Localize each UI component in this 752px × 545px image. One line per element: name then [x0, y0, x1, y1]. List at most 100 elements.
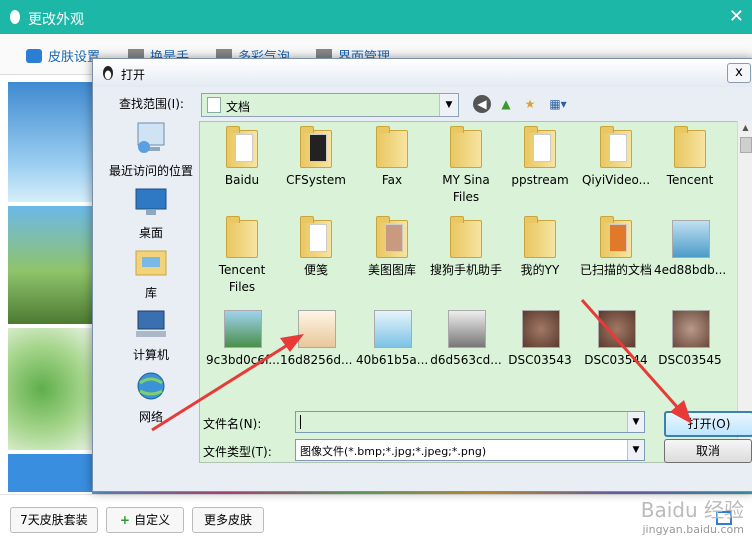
place-network-label: 网络	[138, 410, 163, 424]
network-icon	[137, 372, 165, 400]
image-thumbnail	[670, 306, 710, 348]
folder-icon	[296, 216, 336, 258]
appearance-close-button[interactable]: ✕	[729, 6, 744, 27]
up-folder-icon[interactable]: ▲	[497, 95, 515, 113]
folder-icon	[520, 126, 560, 168]
list-item[interactable]: 我的YY	[504, 216, 576, 279]
list-item[interactable]: DSC03545	[654, 306, 726, 369]
file-list-scrollbar[interactable]: ▲	[737, 121, 752, 461]
cancel-button[interactable]: 取消	[664, 439, 752, 463]
list-item[interactable]: Fax	[356, 126, 428, 189]
watermark-line1: Baidu 经验	[640, 498, 744, 522]
watermark-line2: jingyan.baidu.com	[642, 523, 744, 536]
open-button[interactable]: 打开(O)	[664, 411, 752, 437]
custom-button[interactable]: + 自定义	[106, 507, 184, 533]
new-folder-icon[interactable]: ★	[521, 95, 539, 113]
place-desktop[interactable]: 桌面	[103, 187, 199, 241]
item-label: 9c3bd0c6f...	[206, 353, 280, 367]
custom-button-label: 自定义	[134, 513, 171, 527]
folder-icon	[446, 126, 486, 168]
dialog-titlebar: 打开 x	[93, 59, 752, 87]
item-label: DSC03545	[658, 353, 722, 367]
file-type-label: 文件类型(T):	[203, 445, 272, 459]
list-item[interactable]: Tencent	[654, 126, 726, 189]
place-computer-label: 计算机	[132, 348, 169, 362]
item-label: Tencent	[666, 173, 714, 187]
list-item[interactable]: 已扫描的文档	[580, 216, 652, 279]
seven-day-skin-button[interactable]: 7天皮肤套装	[10, 507, 98, 533]
item-label: 我的YY	[520, 263, 560, 277]
back-icon[interactable]: ◀	[473, 95, 491, 113]
list-item[interactable]: 40b61b5a...	[356, 306, 428, 369]
place-library-label: 库	[144, 286, 157, 300]
list-item[interactable]: DSC03544	[580, 306, 652, 369]
skin-thumb-blue[interactable]	[8, 454, 92, 492]
item-label: 搜狗手机助手	[430, 263, 503, 277]
scroll-up-icon[interactable]: ▲	[738, 121, 752, 135]
scroll-thumb[interactable]	[740, 137, 752, 153]
list-item[interactable]: MY Sina Files	[430, 126, 502, 206]
qq-penguin-icon	[10, 10, 20, 24]
list-item[interactable]: d6d563cd...	[430, 306, 502, 369]
list-item[interactable]: 9c3bd0c6f...	[206, 306, 280, 369]
list-item[interactable]: 美图图库	[356, 216, 428, 279]
folder-icon	[670, 126, 710, 168]
look-in-value: 文档	[226, 100, 251, 114]
file-name-input[interactable]: ▼	[295, 411, 645, 433]
item-label: DSC03543	[508, 353, 572, 367]
look-in-combo[interactable]: 文档 ▼	[201, 93, 459, 117]
item-label: 40b61b5a...	[356, 353, 429, 367]
document-icon	[207, 97, 221, 113]
item-label: 16d8256d...	[280, 353, 353, 367]
folder-icon	[596, 216, 636, 258]
tab-skin-settings[interactable]: 皮肤设置	[26, 46, 100, 65]
folder-icon	[296, 126, 336, 168]
list-item[interactable]: Tencent Files	[206, 216, 278, 296]
places-bar: 最近访问的位置 桌面 库 计算机 网络	[103, 121, 199, 451]
recent-places-icon	[137, 122, 165, 153]
image-thumbnail	[596, 306, 636, 348]
item-label: 4ed88bdb...	[654, 263, 727, 277]
place-library[interactable]: 库	[103, 247, 199, 301]
item-label: 美图图库	[367, 263, 416, 277]
list-item[interactable]: 4ed88bdb...	[654, 216, 726, 279]
image-thumbnail	[222, 306, 262, 348]
list-item[interactable]: QiyiVideo...	[580, 126, 652, 189]
dialog-close-button[interactable]: x	[727, 63, 751, 83]
place-recent[interactable]: 最近访问的位置	[103, 121, 199, 179]
place-network[interactable]: 网络	[103, 371, 199, 425]
file-type-select[interactable]: 图像文件(*.bmp;*.jpg;*.jpeg;*.png) ▼	[295, 439, 645, 461]
folder-icon	[222, 126, 262, 168]
skin-thumb-park[interactable]	[8, 206, 92, 324]
image-thumbnail	[372, 306, 412, 348]
folder-icon	[222, 216, 262, 258]
dialog-title: 打开	[121, 68, 146, 82]
library-icon	[135, 250, 167, 276]
folder-icon	[372, 126, 412, 168]
folder-icon	[372, 216, 412, 258]
folder-icon	[520, 216, 560, 258]
chevron-down-icon[interactable]: ▼	[439, 94, 458, 116]
list-item[interactable]: Baidu	[206, 126, 278, 189]
folder-icon	[596, 126, 636, 168]
list-item[interactable]: ppstream	[504, 126, 576, 189]
chevron-down-icon[interactable]: ▼	[627, 412, 644, 432]
text-cursor	[300, 415, 301, 429]
qq-penguin-icon	[103, 66, 113, 80]
item-label: d6d563cd...	[430, 353, 502, 367]
list-item[interactable]: DSC03543	[504, 306, 576, 369]
list-item[interactable]: CFSystem	[280, 126, 352, 189]
more-skins-button[interactable]: 更多皮肤	[192, 507, 264, 533]
place-computer[interactable]: 计算机	[103, 309, 199, 363]
list-item[interactable]: 搜狗手机助手	[430, 216, 502, 279]
chevron-down-icon[interactable]: ▼	[627, 440, 644, 460]
watermark: Baidu 经验 jingyan.baidu.com	[641, 494, 744, 536]
skin-thumb-leaf[interactable]	[8, 328, 92, 450]
skin-thumb-sky[interactable]	[8, 82, 92, 202]
list-item[interactable]: 16d8256d...	[280, 306, 353, 369]
list-item[interactable]: 便笺	[280, 216, 352, 279]
skin-thumbnails	[8, 82, 92, 492]
item-label: DSC03544	[584, 353, 648, 367]
view-menu-icon[interactable]: ▦▾	[545, 95, 571, 113]
item-label: CFSystem	[286, 173, 346, 187]
